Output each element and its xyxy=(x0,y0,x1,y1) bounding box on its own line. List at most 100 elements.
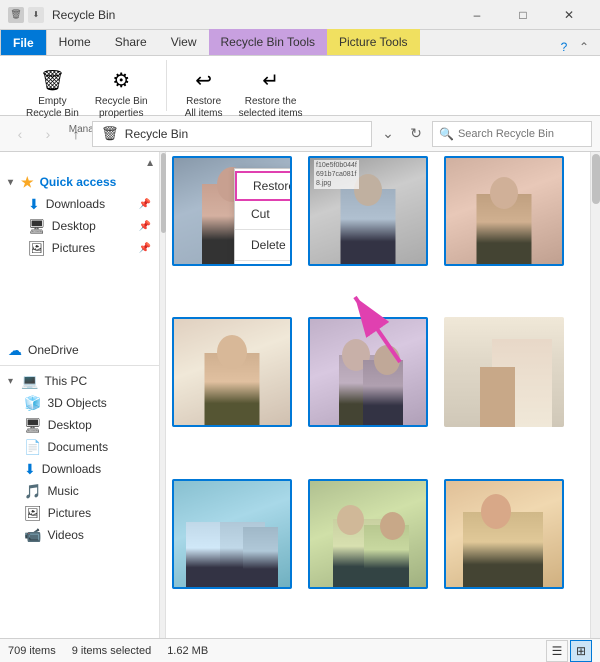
app-icon: 🗑 xyxy=(8,7,24,23)
context-delete[interactable]: Delete xyxy=(235,232,292,258)
this-pc-label: This PC xyxy=(44,374,87,388)
3d-objects-label: 3D Objects xyxy=(47,396,106,410)
right-scrollbar[interactable] xyxy=(590,152,600,638)
downloads-quick-icon: ⬇ xyxy=(28,196,40,213)
list-view-icon[interactable]: ☰ xyxy=(546,640,568,662)
quick-access-label: Quick access xyxy=(40,175,117,189)
thumbnail-4[interactable] xyxy=(172,317,292,427)
person-head-8a xyxy=(337,505,364,535)
tab-file[interactable]: File xyxy=(0,29,47,55)
refresh-button[interactable]: ↻ xyxy=(404,122,428,146)
sidebar-item-quick-access[interactable]: ▾ ★ Quick access xyxy=(0,171,159,193)
pictures-label: Pictures xyxy=(48,506,91,520)
left-scroll-thumb xyxy=(161,153,166,233)
search-box[interactable]: 🔍 xyxy=(432,121,592,147)
context-cut[interactable]: Cut xyxy=(235,201,292,227)
downloads-quick-label: Downloads xyxy=(46,197,105,211)
ribbon-content: 🗑 Empty Recycle Bin ⚙ Recycle Bin proper… xyxy=(0,56,600,116)
empty-bin-icon: 🗑 xyxy=(36,64,68,96)
status-bar: 709 items 9 items selected 1.62 MB ☰ ⊞ xyxy=(0,638,600,662)
empty-bin-label: Empty Recycle Bin xyxy=(26,96,79,120)
thumbnail-9[interactable] xyxy=(444,479,564,589)
properties-label: Recycle Bin properties xyxy=(95,96,148,120)
thumbnail-5[interactable] xyxy=(308,317,428,427)
restore-all-icon: ↩ xyxy=(188,64,220,96)
quick-access-icon[interactable]: ⬇ xyxy=(28,7,44,23)
tab-view[interactable]: View xyxy=(159,29,209,55)
sidebar-item-desktop[interactable]: 🖥 Desktop xyxy=(0,414,159,436)
person-head-9 xyxy=(481,494,511,529)
thumbnail-6[interactable] xyxy=(444,317,564,427)
music-icon: 🎵 xyxy=(24,483,41,500)
sidebar-item-this-pc[interactable]: ▾ 💻 This PC xyxy=(0,370,159,392)
videos-icon: 📹 xyxy=(24,527,41,544)
thumbnail-2[interactable]: f10e5f0b044f691b7ca081f8.jpg xyxy=(308,156,428,266)
sidebar-item-documents[interactable]: 📄 Documents xyxy=(0,436,159,458)
person-hallway xyxy=(480,367,515,427)
context-properties[interactable]: Properties xyxy=(235,263,292,266)
sidebar-item-pictures-quick[interactable]: 🖼 Pictures 📌 xyxy=(0,237,159,259)
filename-2: f10e5f0b044f691b7ca081f8.jpg xyxy=(314,160,359,189)
window-title: Recycle Bin xyxy=(52,8,115,22)
music-label: Music xyxy=(47,484,78,498)
selected-size: 1.62 MB xyxy=(167,645,208,657)
tab-share[interactable]: Share xyxy=(103,29,159,55)
sidebar-item-3d-objects[interactable]: 🧊 3D Objects xyxy=(0,392,159,414)
person-head-4 xyxy=(217,335,247,369)
this-pc-icon: 💻 xyxy=(21,373,38,390)
sidebar-item-music[interactable]: 🎵 Music xyxy=(0,480,159,502)
sidebar-item-downloads-quick[interactable]: ⬇ Downloads 📌 xyxy=(0,193,159,215)
sidebar-item-downloads[interactable]: ⬇ Downloads xyxy=(0,458,159,480)
maximize-button[interactable]: □ xyxy=(500,0,546,30)
properties-icon: ⚙ xyxy=(105,64,137,96)
sidebar-item-pictures[interactable]: 🖼 Pictures xyxy=(0,502,159,524)
sidebar-item-onedrive[interactable]: ☁ OneDrive xyxy=(0,339,159,361)
manage-buttons: 🗑 Empty Recycle Bin ⚙ Recycle Bin proper… xyxy=(20,62,154,122)
desktop-label: Desktop xyxy=(48,418,92,432)
forward-button[interactable]: › xyxy=(36,122,60,146)
tab-picture-tools[interactable]: Picture Tools xyxy=(327,29,419,55)
search-input[interactable] xyxy=(458,128,585,140)
sidebar-collapse-icon[interactable]: ▲ xyxy=(145,158,155,169)
tab-recycle-bin-tools[interactable]: Recycle Bin Tools xyxy=(209,29,328,55)
pictures-pin-icon: 📌 xyxy=(139,243,151,254)
sidebar: ▲ ▾ ★ Quick access ⬇ Downloads 📌 🖥 Deskt… xyxy=(0,152,160,638)
desktop-icon: 🖥 xyxy=(24,417,42,434)
empty-recycle-bin-button[interactable]: 🗑 Empty Recycle Bin xyxy=(20,62,85,122)
thumbnail-3[interactable] xyxy=(444,156,564,266)
help-icon[interactable]: ? xyxy=(556,39,572,55)
downloads-icon: ⬇ xyxy=(24,461,36,478)
context-restore[interactable]: Restore xyxy=(235,171,292,201)
thumbnail-grid: Restore Cut Delete Properties f10e5f0b04… xyxy=(168,152,600,638)
desktop-quick-label: Desktop xyxy=(52,219,96,233)
dropdown-arrow[interactable]: ⌄ xyxy=(376,122,400,146)
search-icon: 🔍 xyxy=(439,127,454,141)
title-text: Recycle Bin xyxy=(52,8,454,22)
documents-icon: 📄 xyxy=(24,439,41,456)
documents-label: Documents xyxy=(47,440,108,454)
restore-selected-label: Restore the selected items xyxy=(239,96,303,120)
person-head-8b xyxy=(380,512,405,540)
thumbnail-8[interactable] xyxy=(308,479,428,589)
sidebar-item-videos[interactable]: 📹 Videos xyxy=(0,524,159,546)
thumbnail-1[interactable]: Restore Cut Delete Properties xyxy=(172,156,292,266)
back-button[interactable]: ‹ xyxy=(8,122,32,146)
pictures-quick-icon: 🖼 xyxy=(28,240,46,257)
left-scrollbar[interactable] xyxy=(160,152,166,638)
restore-all-button[interactable]: ↩ Restore All items xyxy=(179,62,229,122)
address-input[interactable]: 🗑 Recycle Bin xyxy=(92,121,372,147)
grid-view-icon[interactable]: ⊞ xyxy=(570,640,592,662)
up-button[interactable]: ↑ xyxy=(64,122,88,146)
desktop-pin-icon: 📌 xyxy=(139,221,151,232)
minimize-button[interactable]: – xyxy=(454,0,500,30)
expand-ribbon-icon[interactable]: ⌃ xyxy=(576,39,592,55)
recycle-bin-properties-button[interactable]: ⚙ Recycle Bin properties xyxy=(89,62,154,122)
sidebar-item-desktop-quick[interactable]: 🖥 Desktop 📌 xyxy=(0,215,159,237)
title-bar-icons: 🗑 ⬇ xyxy=(8,7,44,23)
person-silhouette-7c xyxy=(243,527,278,587)
ribbon-group-manage: 🗑 Empty Recycle Bin ⚙ Recycle Bin proper… xyxy=(8,60,167,111)
close-button[interactable]: ✕ xyxy=(546,0,592,30)
restore-selected-button[interactable]: ↵ Restore the selected items xyxy=(233,62,309,122)
tab-home[interactable]: Home xyxy=(47,29,103,55)
thumbnail-7[interactable] xyxy=(172,479,292,589)
